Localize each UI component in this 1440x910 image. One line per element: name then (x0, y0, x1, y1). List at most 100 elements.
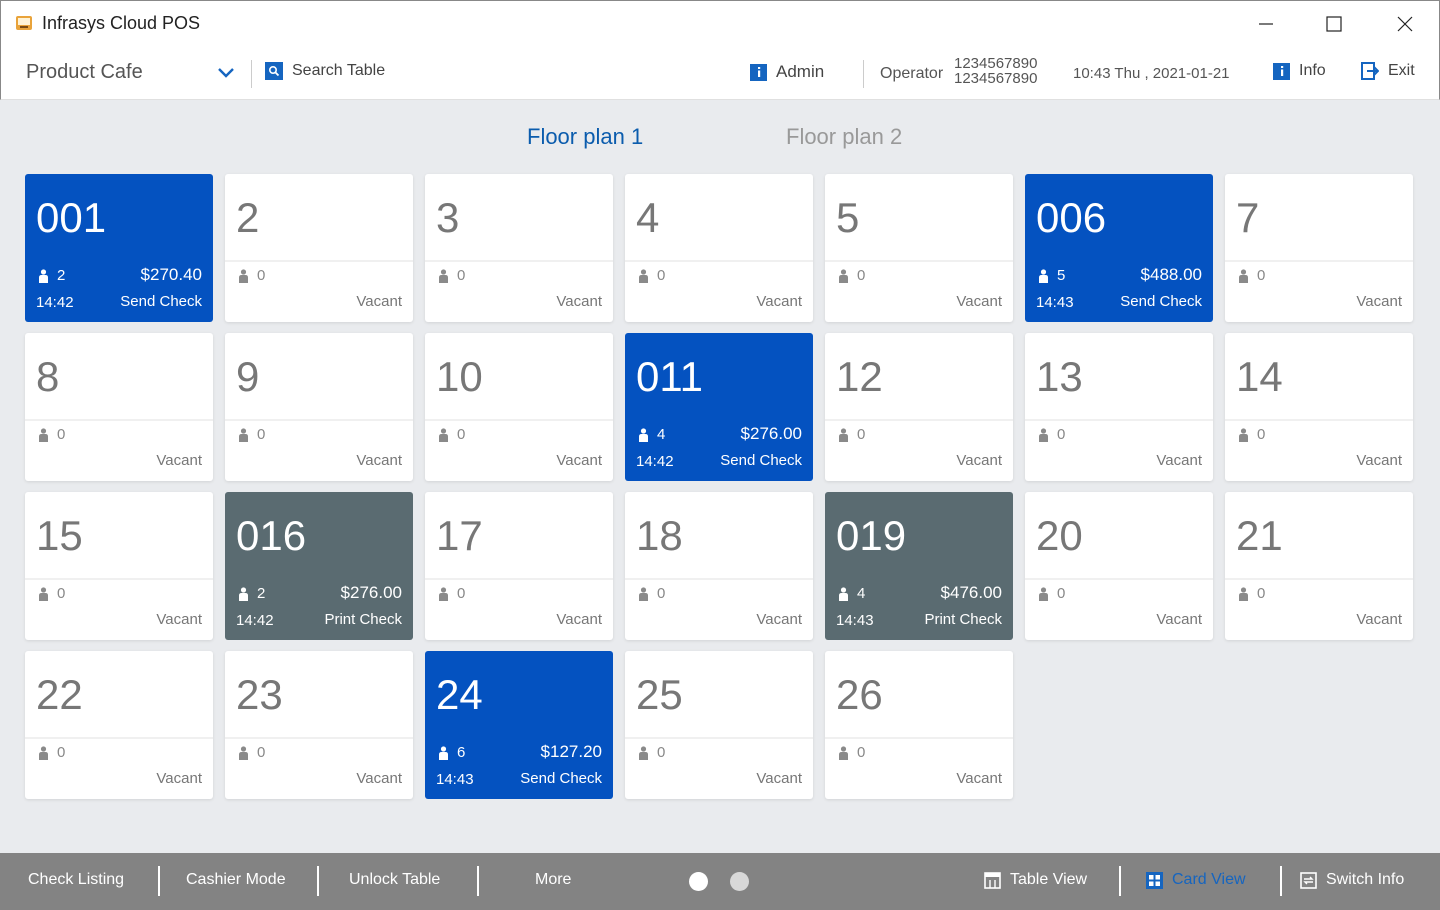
exit-button[interactable]: Exit (1361, 62, 1415, 80)
maximize-button[interactable] (1319, 9, 1349, 39)
check-listing-button[interactable]: Check Listing (28, 871, 124, 889)
close-button[interactable] (1390, 9, 1420, 39)
card-view-label: Card View (1172, 871, 1246, 888)
table-card[interactable]: 10 0 Vacant (425, 333, 613, 481)
pax-count: 2 (257, 585, 266, 602)
check-amount: $270.40 (140, 265, 202, 284)
table-status: Vacant (1156, 611, 1202, 628)
table-card[interactable]: 7 0 Vacant (1225, 174, 1413, 322)
info-label: Info (1299, 62, 1326, 79)
table-number: 20 (1036, 512, 1083, 559)
pax: 0 (238, 744, 265, 761)
pax-count: 0 (57, 585, 66, 602)
open-time: 14:42 (636, 453, 674, 470)
table-card[interactable]: 2 0 Vacant (225, 174, 413, 322)
table-number: 019 (836, 512, 907, 559)
table-card[interactable]: 13 0 Vacant (1025, 333, 1213, 481)
admin-button[interactable]: Admin (750, 62, 824, 82)
more-button[interactable]: More (535, 871, 571, 889)
footer-divider (317, 866, 319, 896)
person-icon (1039, 268, 1048, 283)
table-card[interactable]: 14 0 Vacant (1225, 333, 1413, 481)
table-card[interactable]: 011 4 $276.00 14:42 Send Check (625, 333, 813, 481)
tab-floor-plan-2[interactable]: Floor plan 2 (786, 124, 902, 150)
app-icon (16, 16, 32, 30)
table-card[interactable]: 12 0 Vacant (825, 333, 1013, 481)
table-card[interactable]: 17 0 Vacant (425, 492, 613, 640)
person-icon (39, 586, 48, 601)
tab-floor-plan-1[interactable]: Floor plan 1 (527, 124, 643, 150)
table-status: Vacant (556, 611, 602, 628)
table-view-button[interactable]: Table View (984, 871, 1087, 889)
table-card[interactable]: 9 0 Vacant (225, 333, 413, 481)
open-time: 14:43 (836, 612, 874, 629)
table-number: 10 (436, 353, 483, 400)
table-card[interactable]: 001 2 $270.40 14:42 Send Check (25, 174, 213, 322)
table-status: Vacant (356, 293, 402, 310)
person-icon (39, 745, 48, 760)
switch-info-button[interactable]: Switch Info (1300, 871, 1404, 889)
divider (251, 60, 252, 88)
open-time: 14:43 (436, 771, 474, 788)
table-card[interactable]: 4 0 Vacant (625, 174, 813, 322)
page-dot-1[interactable] (689, 872, 708, 891)
pax: 0 (1238, 426, 1265, 443)
maximize-icon (1326, 16, 1342, 32)
card-view-icon (1146, 871, 1163, 889)
table-card[interactable]: 24 6 $127.20 14:43 Send Check (425, 651, 613, 799)
pax-count: 0 (1057, 426, 1066, 443)
table-number: 24 (436, 671, 483, 718)
search-icon (265, 62, 283, 80)
table-card[interactable]: 23 0 Vacant (225, 651, 413, 799)
table-status: Vacant (356, 770, 402, 787)
minimize-button[interactable] (1251, 9, 1281, 39)
table-card[interactable]: 5 0 Vacant (825, 174, 1013, 322)
person-icon (439, 268, 448, 283)
table-card[interactable]: 019 4 $476.00 14:43 Print Check (825, 492, 1013, 640)
pax: 0 (238, 426, 265, 443)
table-status: Vacant (956, 293, 1002, 310)
pax: 2 (38, 267, 65, 284)
person-icon (239, 427, 248, 442)
search-table-button[interactable]: Search Table (265, 62, 385, 80)
table-card[interactable]: 26 0 Vacant (825, 651, 1013, 799)
table-card[interactable]: 21 0 Vacant (1225, 492, 1413, 640)
table-number: 4 (636, 194, 660, 241)
table-status: Vacant (156, 611, 202, 628)
info-icon (1273, 62, 1290, 80)
table-status: Send Check (720, 452, 802, 469)
table-number: 2 (236, 194, 260, 241)
cashier-mode-button[interactable]: Cashier Mode (186, 871, 286, 889)
table-card[interactable]: 18 0 Vacant (625, 492, 813, 640)
table-card[interactable]: 3 0 Vacant (425, 174, 613, 322)
chevron-down-icon[interactable] (215, 62, 237, 84)
table-status: Vacant (1356, 293, 1402, 310)
table-card[interactable]: 20 0 Vacant (1025, 492, 1213, 640)
card-view-button[interactable]: Card View (1146, 871, 1246, 889)
table-card[interactable]: 15 0 Vacant (25, 492, 213, 640)
pax-count: 0 (257, 744, 266, 761)
pax-count: 0 (1257, 585, 1266, 602)
pax: 0 (38, 426, 65, 443)
table-card[interactable]: 8 0 Vacant (25, 333, 213, 481)
info-button[interactable]: Info (1273, 62, 1326, 80)
pax: 0 (438, 267, 465, 284)
footer-divider (1119, 866, 1121, 896)
table-card[interactable]: 016 2 $276.00 14:42 Print Check (225, 492, 413, 640)
footer-divider (477, 866, 479, 896)
table-card[interactable]: 25 0 Vacant (625, 651, 813, 799)
table-card[interactable]: 22 0 Vacant (25, 651, 213, 799)
table-card[interactable]: 006 5 $488.00 14:43 Send Check (1025, 174, 1213, 322)
pax: 0 (438, 585, 465, 602)
table-number: 5 (836, 194, 860, 241)
page-dot-2[interactable] (730, 872, 749, 891)
check-amount: $488.00 (1140, 265, 1202, 284)
pax-count: 0 (1257, 426, 1266, 443)
pax-count: 0 (257, 267, 266, 284)
table-view-label: Table View (1010, 871, 1088, 888)
table-number: 14 (1236, 353, 1283, 400)
pax-count: 0 (457, 585, 466, 602)
table-number: 12 (836, 353, 883, 400)
person-icon (839, 427, 848, 442)
unlock-table-button[interactable]: Unlock Table (349, 871, 440, 889)
